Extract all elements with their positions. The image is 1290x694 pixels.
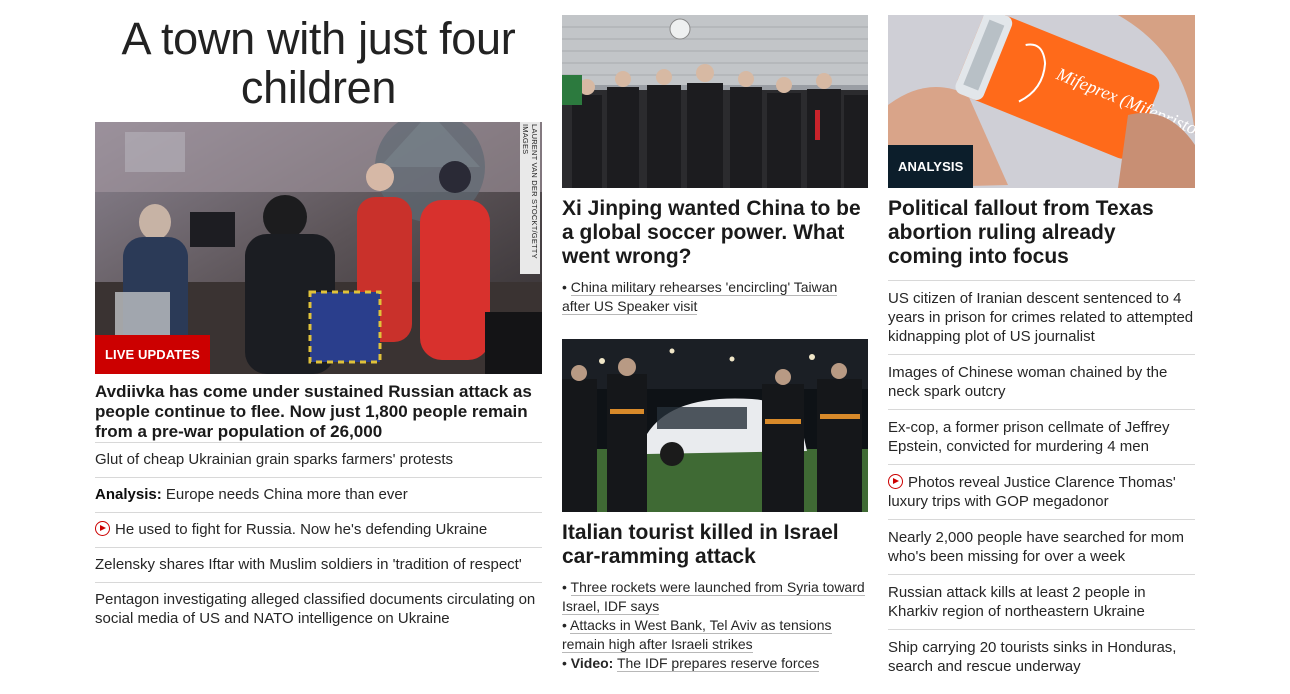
analysis-label: Analysis: bbox=[95, 486, 162, 503]
list-item[interactable]: Images of Chinese woman chained by the n… bbox=[888, 354, 1195, 409]
related-link[interactable]: • Three rockets were launched from Syria… bbox=[562, 578, 868, 616]
right-story-list: US citizen of Iranian descent sentenced … bbox=[888, 280, 1195, 684]
soccer-headline[interactable]: Xi Jinping wanted China to be a global s… bbox=[562, 197, 868, 269]
list-item[interactable]: Photos reveal Justice Clarence Thomas' l… bbox=[888, 464, 1195, 519]
israel-headline[interactable]: Italian tourist killed in Israel car-ram… bbox=[562, 521, 868, 569]
list-item-text: Zelensky shares Iftar with Muslim soldie… bbox=[95, 556, 522, 573]
related-link-text[interactable]: China military rehearses 'encircling' Ta… bbox=[562, 279, 838, 315]
middle-column: Xi Jinping wanted China to be a global s… bbox=[562, 0, 868, 673]
list-item[interactable]: Ex-cop, a former prison cellmate of Jeff… bbox=[888, 409, 1195, 464]
list-item-text: US citizen of Iranian descent sentenced … bbox=[888, 290, 1194, 345]
list-item-text: Images of Chinese woman chained by the n… bbox=[888, 364, 1168, 400]
list-item[interactable]: Nearly 2,000 people have searched for mo… bbox=[888, 519, 1195, 574]
related-link-text[interactable]: Attacks in West Bank, Tel Aviv as tensio… bbox=[562, 617, 832, 653]
israel-related-links: • Three rockets were launched from Syria… bbox=[562, 578, 868, 673]
list-item-text: Ship carrying 20 tourists sinks in Hondu… bbox=[888, 639, 1177, 675]
list-item-text: Photos reveal Justice Clarence Thomas' l… bbox=[888, 474, 1176, 510]
israel-image[interactable] bbox=[562, 339, 868, 512]
right-column: Mifeprex (Mifepristone) ANALYSIS Politic… bbox=[888, 0, 1195, 684]
list-item-text: Ex-cop, a former prison cellmate of Jeff… bbox=[888, 419, 1170, 455]
photo-credit: LAURENT VAN DER STOCKT/GETTY IMAGES bbox=[520, 122, 540, 274]
related-link[interactable]: • Attacks in West Bank, Tel Aviv as tens… bbox=[562, 616, 868, 654]
list-item[interactable]: Russian attack kills at least 2 people i… bbox=[888, 574, 1195, 629]
video-label: Video: bbox=[570, 655, 614, 671]
play-video-icon bbox=[95, 521, 110, 536]
list-item[interactable]: US citizen of Iranian descent sentenced … bbox=[888, 280, 1195, 354]
list-item-text: Russian attack kills at least 2 people i… bbox=[888, 584, 1146, 620]
left-column: A town with just four children LAURENT V… bbox=[95, 0, 542, 636]
related-link[interactable]: • China military rehearses 'encircling' … bbox=[562, 278, 868, 316]
list-item-text: Pentagon investigating alleged classifie… bbox=[95, 591, 536, 627]
soccer-related-links: • China military rehearses 'encircling' … bbox=[562, 278, 868, 316]
list-item-text: Glut of cheap Ukrainian grain sparks far… bbox=[95, 451, 454, 468]
lead-headline[interactable]: Avdiivka has come under sustained Russia… bbox=[95, 382, 542, 442]
list-item[interactable]: Pentagon investigating alleged classifie… bbox=[95, 582, 542, 636]
related-link[interactable]: • Video: The IDF prepares reserve forces bbox=[562, 654, 868, 673]
list-item[interactable]: Ship carrying 20 tourists sinks in Hondu… bbox=[888, 629, 1195, 684]
soccer-image[interactable] bbox=[562, 15, 868, 188]
list-item[interactable]: Analysis: Europe needs China more than e… bbox=[95, 477, 542, 512]
live-updates-badge: LIVE UPDATES bbox=[95, 335, 210, 374]
list-item[interactable]: Glut of cheap Ukrainian grain sparks far… bbox=[95, 442, 542, 477]
texas-headline[interactable]: Political fallout from Texas abortion ru… bbox=[888, 197, 1195, 269]
related-link-text[interactable]: Three rockets were launched from Syria t… bbox=[562, 579, 865, 615]
play-video-icon bbox=[888, 474, 903, 489]
list-item-text: Europe needs China more than ever bbox=[161, 486, 408, 503]
section-title[interactable]: A town with just four children bbox=[95, 14, 542, 112]
list-item[interactable]: Zelensky shares Iftar with Muslim soldie… bbox=[95, 547, 542, 582]
analysis-badge: ANALYSIS bbox=[888, 145, 974, 188]
list-item-text: He used to fight for Russia. Now he's de… bbox=[115, 521, 488, 538]
list-item[interactable]: He used to fight for Russia. Now he's de… bbox=[95, 512, 542, 547]
pill-box-image[interactable]: Mifeprex (Mifepristone) ANALYSIS bbox=[888, 15, 1195, 188]
related-link-text[interactable]: The IDF prepares reserve forces bbox=[616, 655, 820, 672]
lead-image[interactable]: LAURENT VAN DER STOCKT/GETTY IMAGES LIVE… bbox=[95, 122, 542, 374]
list-item-text: Nearly 2,000 people have searched for mo… bbox=[888, 529, 1185, 565]
soccer-kick-photo bbox=[562, 15, 868, 188]
car-ramming-photo bbox=[562, 339, 868, 512]
